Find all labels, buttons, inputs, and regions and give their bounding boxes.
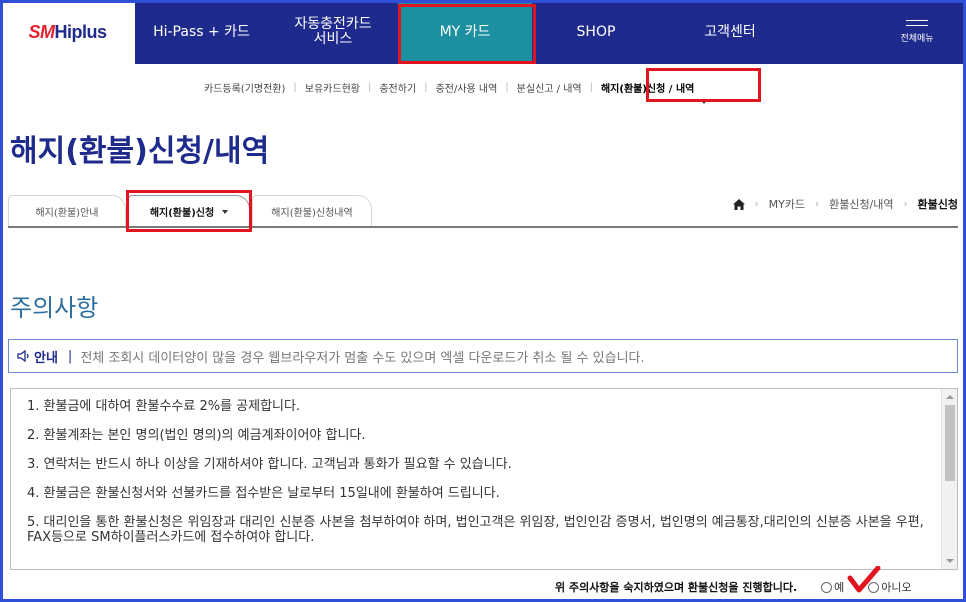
- subnav-current-indicator: [700, 99, 708, 104]
- scroll-down-icon[interactable]: [946, 559, 954, 563]
- agree-no-label: 아니오: [881, 581, 912, 594]
- logo[interactable]: SM Hiplus: [0, 0, 135, 64]
- sub-navigation: 카드등록(기명전환) | 보유카드현황 | 충전하기 | 충전/사용 내역 | …: [196, 76, 702, 98]
- chevron-right-icon: ›: [903, 198, 908, 210]
- nav-item-shop[interactable]: SHOP: [532, 0, 660, 64]
- scroll-up-icon[interactable]: [946, 395, 954, 399]
- breadcrumb-item-current: 환불신청: [917, 198, 958, 211]
- page-title: 해지(환불)신청/내역: [10, 134, 270, 169]
- nav-item-auto-charge-service[interactable]: 자동충전카드 서비스: [268, 0, 398, 64]
- notice-divider: |: [67, 348, 73, 364]
- tab-refund-request[interactable]: 해지(환불)신청: [128, 195, 250, 227]
- caret-down-icon: [222, 209, 229, 214]
- logo-sm: SM: [28, 21, 55, 42]
- terms-item: 5. 대리인을 통한 환불신청은 위임장과 대리인 신분증 사본을 첨부하여야 …: [27, 515, 924, 545]
- top-navigation: SM Hiplus Hi-Pass + 카드 자동충전카드 서비스 MY 카드 S…: [0, 0, 966, 64]
- terms-list: 1. 환불금에 대하여 환불수수료 2%를 공제합니다. 2. 환불계좌는 본인…: [27, 399, 937, 559]
- home-icon[interactable]: [732, 198, 745, 210]
- nav-item-hipass-card[interactable]: Hi-Pass + 카드: [135, 0, 268, 64]
- terms-item: 2. 환불계좌는 본인 명의(법인 명의)의 예금계좌이어야 합니다.: [27, 428, 366, 443]
- breadcrumb-item-refund-history[interactable]: 환불신청/내역: [829, 196, 893, 212]
- agree-yes-radio[interactable]: [821, 581, 833, 593]
- speaker-icon: [17, 350, 29, 362]
- subnav-item-owned-cards[interactable]: 보유카드현황: [297, 80, 368, 95]
- scrollbar-thumb[interactable]: [945, 405, 955, 481]
- all-menu-label: 전체메뉴: [900, 34, 934, 44]
- tab-refund-guide[interactable]: 해지(환불)안내: [8, 195, 126, 227]
- notice-label: 안내: [34, 350, 58, 366]
- subnav-item-card-register[interactable]: 카드등록(기명전환): [196, 80, 293, 95]
- section-title: 주의사항: [10, 294, 99, 322]
- agreement-text: 위 주의사항을 숙지하였으며 환불신청을 진행합니다.: [555, 581, 798, 594]
- terms-item: 3. 연락처는 반드시 하나 이상을 기재하셔야 합니다. 고객님과 통화가 필…: [27, 457, 512, 472]
- chevron-right-icon: ›: [815, 198, 820, 210]
- terms-box[interactable]: 1. 환불금에 대하여 환불수수료 2%를 공제합니다. 2. 환불계좌는 본인…: [10, 388, 958, 570]
- all-menu-button[interactable]: 전체메뉴: [868, 0, 966, 64]
- hamburger-icon: [906, 20, 928, 26]
- breadcrumb-item-my-card[interactable]: MY카드: [769, 196, 805, 212]
- nav-item-customer-center[interactable]: 고객센터: [660, 0, 800, 64]
- check-mark-icon: [847, 566, 881, 593]
- terms-item: 1. 환불금에 대하여 환불수수료 2%를 공제합니다.: [27, 399, 301, 414]
- subnav-item-charge-usage-history[interactable]: 충전/사용 내역: [428, 80, 506, 95]
- nav-item-my-card[interactable]: MY 카드: [398, 0, 532, 64]
- logo-hiplus: Hiplus: [54, 21, 107, 42]
- subnav-item-loss-report[interactable]: 분실신고 / 내역: [509, 80, 590, 95]
- subnav-item-refund-request[interactable]: 해지(환불)신청 / 내역: [593, 80, 702, 95]
- tab-refund-history[interactable]: 해지(환불)신청내역: [252, 195, 372, 227]
- breadcrumb: › MY카드 › 환불신청/내역 › 환불신청: [732, 195, 958, 213]
- agree-yes-label: 예: [834, 581, 845, 594]
- subnav-item-charge[interactable]: 충전하기: [371, 80, 424, 95]
- notice-bar: 안내 | 전체 조회시 데이터양이 많을 경우 웹브라우저가 멈출 수도 있으며…: [8, 339, 958, 373]
- tab-label: 해지(환불)안내: [35, 208, 99, 219]
- chevron-right-icon: ›: [754, 198, 759, 210]
- tab-label: 해지(환불)신청: [149, 208, 215, 219]
- terms-scrollbar[interactable]: [941, 389, 957, 569]
- tab-underline: [8, 226, 958, 228]
- agree-yes-option[interactable]: 예: [821, 579, 844, 595]
- tab-label: 해지(환불)신청내역: [271, 208, 353, 219]
- notice-message: 전체 조회시 데이터양이 많을 경우 웹브라우저가 멈출 수도 있으며 엑셀 다…: [80, 350, 645, 366]
- terms-item: 4. 환불금은 환불신청서와 선불카드를 접수받은 날로부터 15일내에 환불하…: [27, 486, 500, 501]
